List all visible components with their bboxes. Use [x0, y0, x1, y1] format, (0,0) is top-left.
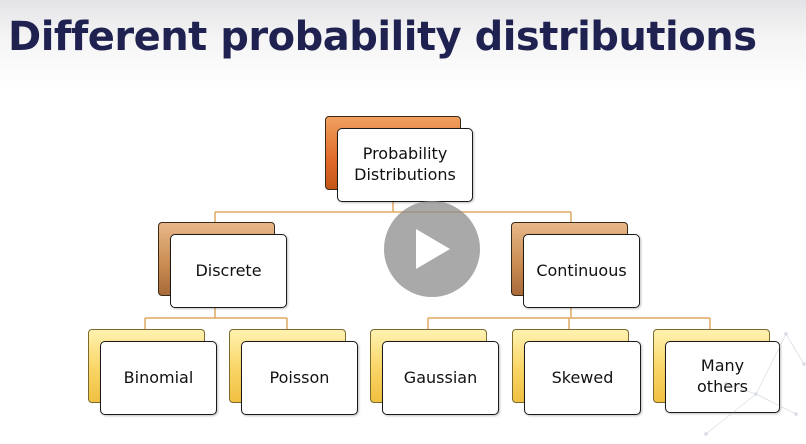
gaussian-node-label: Gaussian: [403, 367, 478, 387]
gaussian-node: Gaussian: [382, 341, 499, 415]
binomial-node-label: Binomial: [123, 367, 194, 387]
discrete-node: Discrete: [170, 234, 287, 308]
binomial-node: Binomial: [100, 341, 217, 415]
discrete-node-label: Discrete: [195, 260, 262, 280]
play-icon: [416, 229, 450, 269]
continuous-node-label: Continuous: [536, 260, 627, 280]
continuous-node: Continuous: [523, 234, 640, 308]
poisson-node-label: Poisson: [269, 367, 330, 387]
root-node-label: Probability Distributions: [354, 144, 456, 184]
skewed-node-label: Skewed: [551, 367, 614, 387]
poisson-node: Poisson: [241, 341, 358, 415]
root-node: Probability Distributions: [337, 128, 473, 202]
video-play-button[interactable]: [384, 201, 480, 297]
skewed-node: Skewed: [524, 341, 641, 415]
network-pattern-decoration: [704, 332, 806, 436]
